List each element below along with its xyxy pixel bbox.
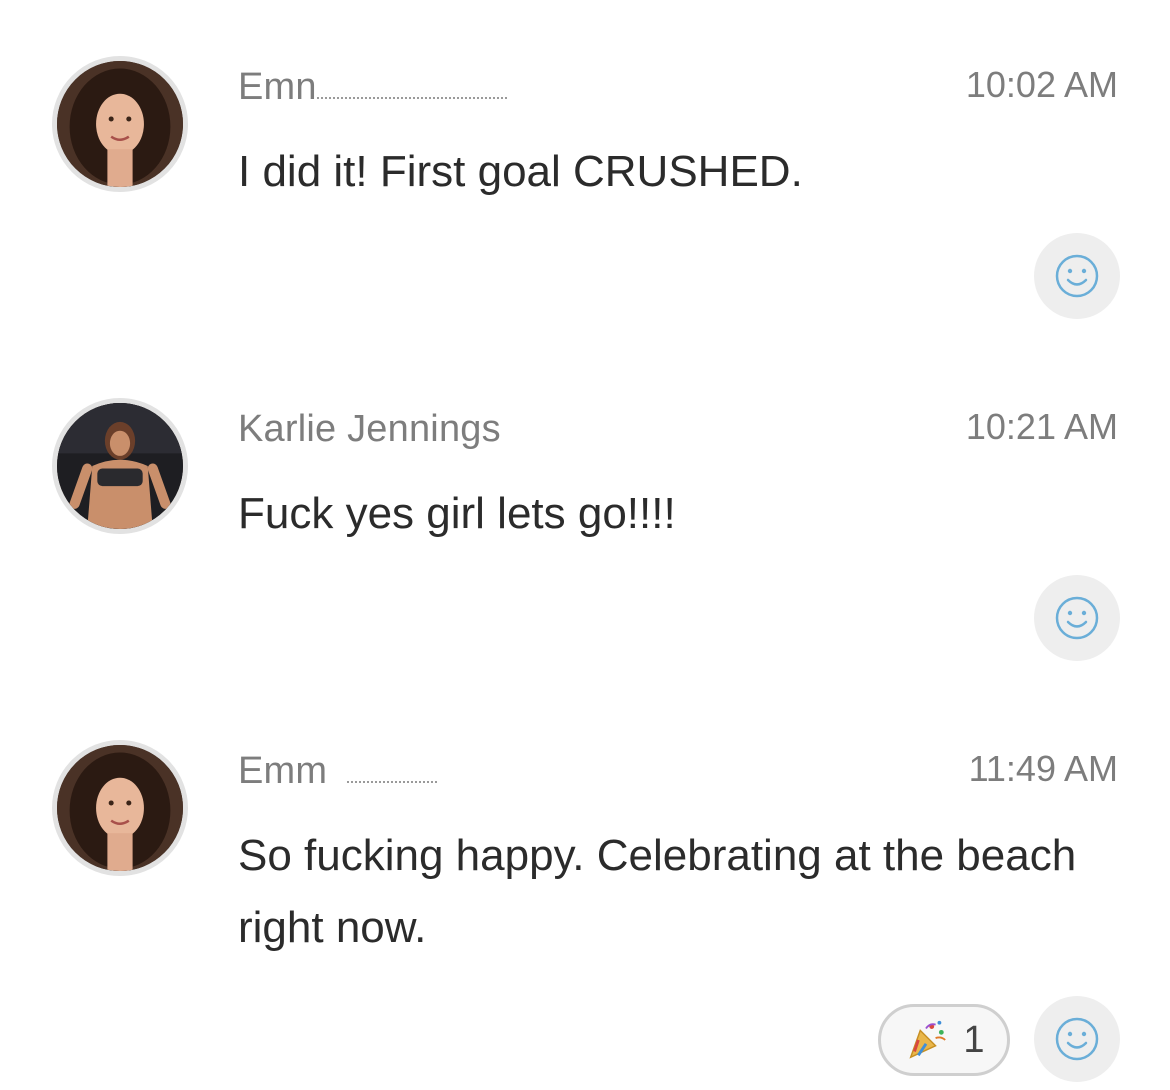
message-text: I did it! First goal CRUSHED. [238,147,803,196]
reaction-chip[interactable]: 1 [878,1004,1010,1076]
message-timestamp: 10:21 AM [965,406,1118,447]
smiley-icon [1055,1017,1099,1061]
sender-name: Emm [238,750,438,793]
fitness-woman-avatar-icon [57,403,183,529]
message-timestamp: 11:49 AM [968,748,1118,789]
smiley-icon [1055,254,1099,298]
smiley-icon [1055,596,1099,640]
user-avatar[interactable] [52,398,188,534]
sender-name: Emn [238,66,507,109]
redacted-text [347,771,438,783]
woman-curly-hair-avatar-icon [57,61,183,187]
user-avatar[interactable] [52,740,188,876]
sender-name: Karlie Jennings [238,408,501,450]
party-popper-icon [909,1020,947,1059]
redacted-text [316,87,507,99]
woman-curly-hair-avatar-icon [57,745,183,871]
message-text: So fucking happy. Celebrating at the bea… [238,831,1077,952]
message-timestamp: 10:02 AM [965,64,1118,105]
user-avatar[interactable] [52,56,188,192]
reaction-count: 1 [963,1018,985,1061]
add-reaction-button[interactable] [1034,996,1120,1082]
add-reaction-button[interactable] [1034,233,1120,319]
message-text: Fuck yes girl lets go!!!! [238,489,676,538]
add-reaction-button[interactable] [1034,575,1120,661]
